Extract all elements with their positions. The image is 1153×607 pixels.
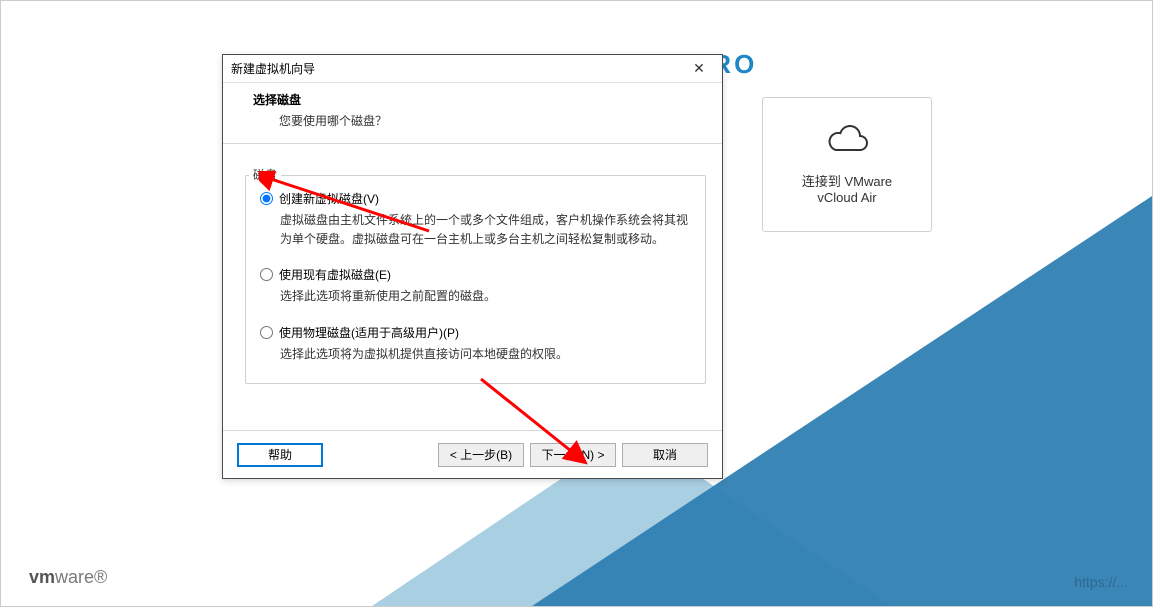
- dialog-title: 新建虚拟机向导: [231, 60, 682, 77]
- physical-disk-label: 使用物理磁盘(适用于高级用户)(P): [279, 324, 459, 341]
- back-button[interactable]: < 上一步(B): [438, 443, 524, 467]
- create-disk-option[interactable]: 创建新虚拟磁盘(V): [260, 190, 691, 207]
- watermark: https://...: [1074, 574, 1128, 590]
- cancel-button[interactable]: 取消: [622, 443, 708, 467]
- logo-prefix: vm: [29, 567, 55, 587]
- physical-disk-radio[interactable]: [260, 326, 273, 339]
- disk-fieldset: 创建新虚拟磁盘(V) 虚拟磁盘由主机文件系统上的一个或多个文件组成，客户机操作系…: [245, 175, 706, 384]
- close-button[interactable]: ✕: [682, 58, 716, 80]
- dialog-body: 磁盘 创建新虚拟磁盘(V) 虚拟磁盘由主机文件系统上的一个或多个文件组成，客户机…: [223, 144, 722, 430]
- create-disk-desc: 虚拟磁盘由主机文件系统上的一个或多个文件组成，客户机操作系统会将其视为单个硬盘。…: [280, 211, 691, 248]
- disk-fieldset-label: 磁盘: [249, 166, 281, 183]
- existing-disk-radio[interactable]: [260, 268, 273, 281]
- new-vm-wizard-dialog: 新建虚拟机向导 ✕ 选择磁盘 您要使用哪个磁盘？ 磁盘 创建新虚拟磁盘(V) 虚…: [222, 54, 723, 479]
- logo-suffix: ware: [55, 567, 94, 587]
- dialog-titlebar[interactable]: 新建虚拟机向导 ✕: [223, 55, 722, 83]
- help-button[interactable]: 帮助: [237, 443, 323, 467]
- next-button[interactable]: 下一步(N) >: [530, 443, 616, 467]
- physical-disk-desc: 选择此选项将为虚拟机提供直接访问本地硬盘的权限。: [280, 345, 691, 364]
- vmware-logo: vmware®: [29, 567, 107, 588]
- dialog-header: 选择磁盘 您要使用哪个磁盘？: [223, 83, 722, 144]
- dialog-header-sub: 您要使用哪个磁盘？: [253, 112, 702, 129]
- create-disk-label: 创建新虚拟磁盘(V): [279, 190, 379, 207]
- close-icon: ✕: [693, 60, 705, 77]
- physical-disk-option[interactable]: 使用物理磁盘(适用于高级用户)(P): [260, 324, 691, 341]
- existing-disk-option[interactable]: 使用现有虚拟磁盘(E): [260, 266, 691, 283]
- dialog-header-title: 选择磁盘: [253, 91, 702, 108]
- existing-disk-desc: 选择此选项将重新使用之前配置的磁盘。: [280, 287, 691, 306]
- existing-disk-label: 使用现有虚拟磁盘(E): [279, 266, 391, 283]
- dialog-footer: 帮助 < 上一步(B) 下一步(N) > 取消: [223, 430, 722, 478]
- cloud-icon: [824, 124, 870, 157]
- create-disk-radio[interactable]: [260, 192, 273, 205]
- vcloud-line1: 连接到 VMware: [802, 171, 892, 190]
